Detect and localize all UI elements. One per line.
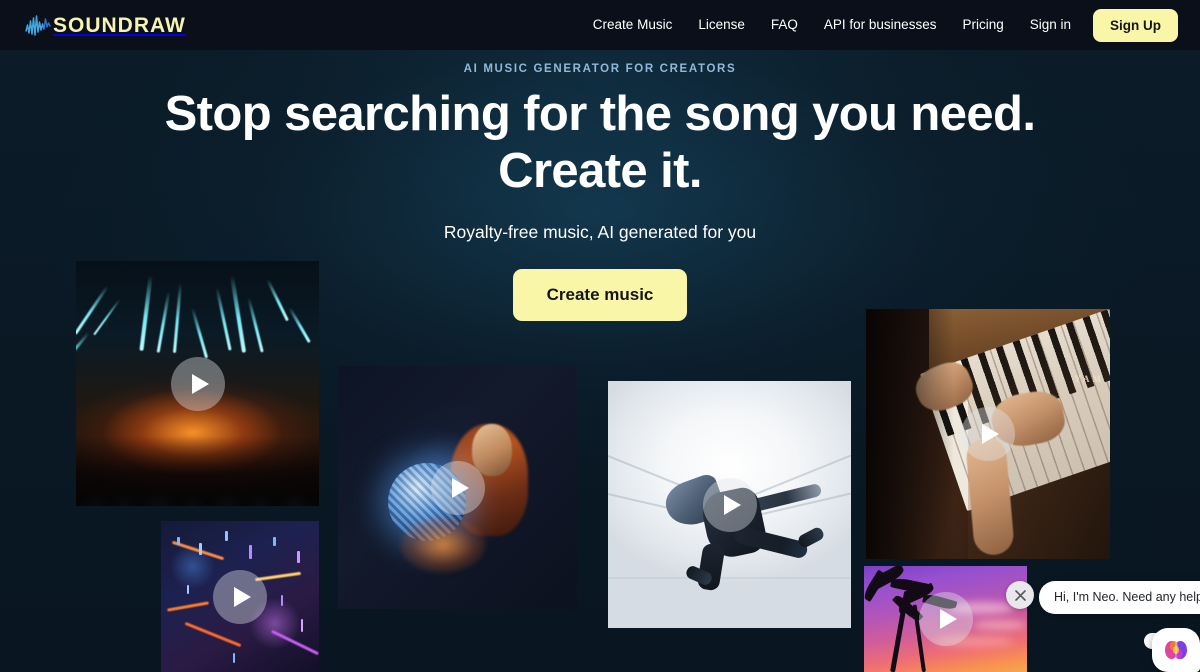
logo[interactable]: SOUNDRAW <box>25 10 186 40</box>
video-card-disco[interactable] <box>338 366 577 609</box>
play-icon[interactable] <box>702 477 757 532</box>
sign-up-button[interactable]: Sign Up <box>1093 8 1178 42</box>
chat-greeting-bubble[interactable]: Hi, I'm Neo. Need any help? <box>1039 581 1200 614</box>
nav-item-license[interactable]: License <box>685 18 758 32</box>
play-icon[interactable] <box>961 407 1015 461</box>
nav-item-pricing[interactable]: Pricing <box>949 18 1016 32</box>
hero-eyebrow: AI MUSIC GENERATOR FOR CREATORS <box>463 63 737 75</box>
play-icon[interactable] <box>430 460 485 515</box>
hero-section: AI MUSIC GENERATOR FOR CREATORS Stop sea… <box>0 50 1200 321</box>
page-root: SOUNDRAW Create Music License FAQ API fo… <box>0 0 1200 672</box>
nav-item-create-music[interactable]: Create Music <box>580 18 686 32</box>
logo-text: SOUNDRAW <box>53 13 186 37</box>
video-card-city[interactable] <box>161 521 319 672</box>
chat-close-button[interactable] <box>1006 581 1034 609</box>
video-card-piano[interactable]: YAM <box>866 309 1110 559</box>
piano-brand-text: YAM <box>1074 374 1104 384</box>
nav-item-sign-in[interactable]: Sign in <box>1017 18 1084 32</box>
nav-item-api[interactable]: API for businesses <box>811 18 950 32</box>
chat-launcher-button[interactable] <box>1152 628 1200 672</box>
close-icon <box>1014 589 1026 601</box>
play-icon[interactable] <box>918 592 973 646</box>
site-header: SOUNDRAW Create Music License FAQ API fo… <box>0 0 1200 50</box>
play-icon[interactable] <box>170 356 225 411</box>
waveform-icon <box>25 15 51 36</box>
headline-line-2: Create it. <box>498 143 702 198</box>
page-title: Stop searching for the song you need. Cr… <box>0 86 1200 200</box>
hero-cta-wrapper: Create music <box>0 268 1200 321</box>
nav-item-faq[interactable]: FAQ <box>758 18 811 32</box>
create-music-button[interactable]: Create music <box>512 268 688 321</box>
video-card-sunset[interactable] <box>864 566 1027 672</box>
hero-subheadline: Royalty-free music, AI generated for you <box>443 221 757 242</box>
headline-line-1: Stop searching for the song you need. <box>164 87 1036 141</box>
play-icon[interactable] <box>213 569 267 624</box>
main-navigation: Create Music License FAQ API for busines… <box>580 8 1178 42</box>
neo-brain-icon <box>1165 641 1187 659</box>
video-card-dancer[interactable] <box>608 381 851 628</box>
